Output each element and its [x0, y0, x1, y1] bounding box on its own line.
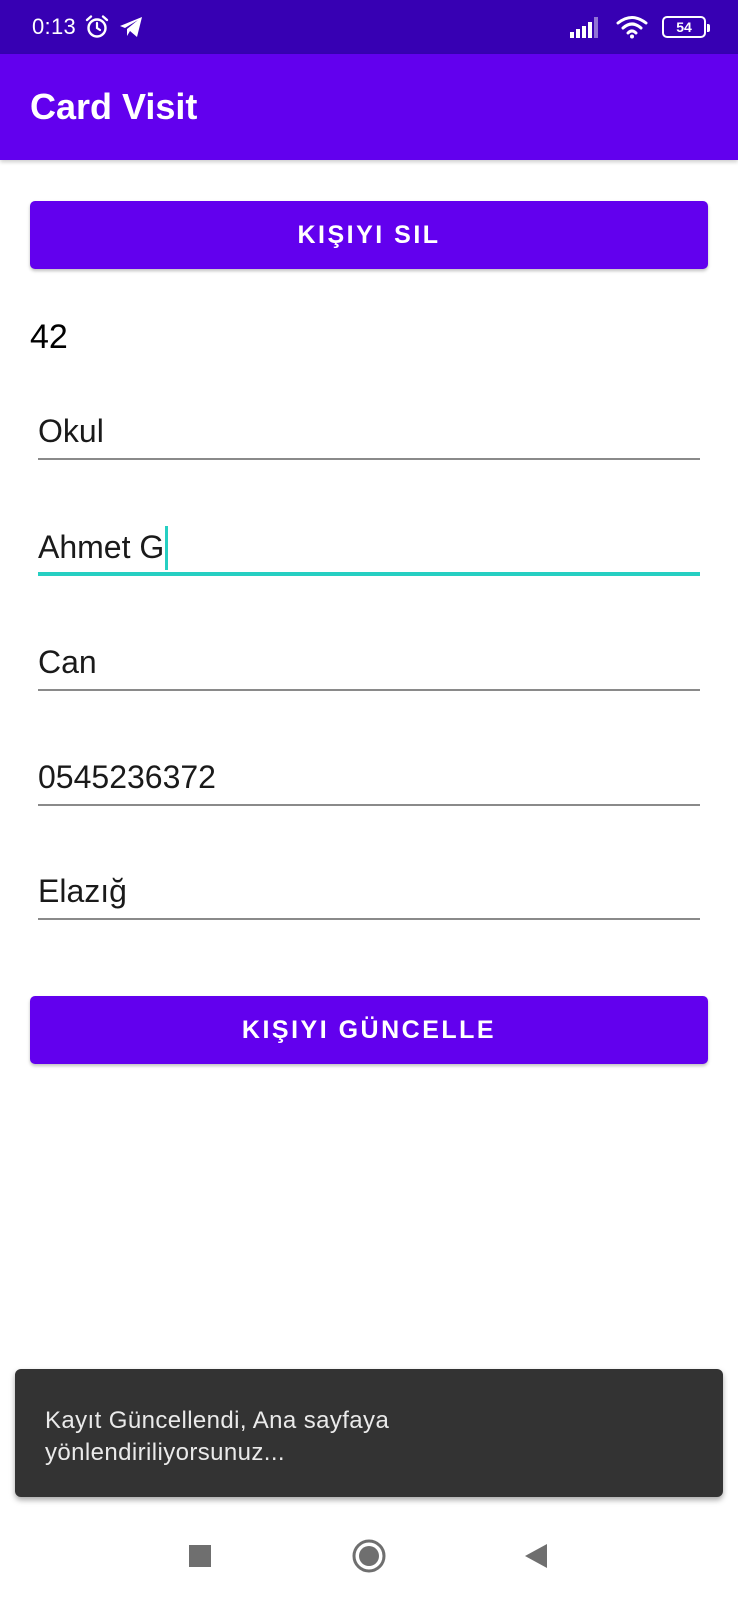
wifi-icon — [616, 15, 648, 39]
recents-icon[interactable] — [180, 1536, 220, 1576]
app-bar: Card Visit — [0, 54, 738, 160]
battery-level: 54 — [676, 19, 692, 35]
status-right: 54 — [570, 15, 710, 39]
city-field-value: Elazığ — [38, 873, 127, 909]
delete-contact-button[interactable]: Kişiyi Sil — [30, 201, 708, 269]
alarm-icon — [84, 14, 110, 40]
company-field[interactable]: Okul — [38, 400, 700, 460]
back-icon[interactable] — [516, 1536, 556, 1576]
snackbar-message-line-2: yönlendiriliyorsunuz... — [45, 1439, 285, 1466]
text-cursor — [165, 526, 169, 570]
navigation-bar — [0, 1512, 738, 1600]
battery-icon: 54 — [662, 16, 710, 38]
city-field[interactable]: Elazığ — [38, 860, 700, 920]
status-left: 0:13 — [32, 14, 144, 40]
first-name-field[interactable]: Ahmet G — [38, 516, 700, 576]
phone-field[interactable]: 0545236372 — [38, 746, 700, 806]
company-field-value: Okul — [38, 413, 104, 449]
snackbar-message-line-1: Kayıt Güncellendi, Ana sayfaya — [45, 1407, 390, 1434]
snackbar: Kayıt Güncellendi, Ana sayfaya yönlendir… — [15, 1369, 723, 1497]
status-time: 0:13 — [32, 14, 77, 39]
update-contact-button[interactable]: Kişiyi Güncelle — [30, 996, 708, 1064]
app-title: Card Visit — [30, 86, 198, 127]
last-name-field-value: Can — [38, 644, 97, 680]
signal-icon — [570, 16, 602, 38]
status-bar: 0:13 54 — [0, 0, 738, 54]
last-name-field[interactable]: Can — [38, 631, 700, 691]
contact-id: 42 — [30, 318, 68, 356]
telegram-icon — [118, 15, 144, 39]
home-icon[interactable] — [349, 1536, 389, 1576]
first-name-field-value: Ahmet G — [38, 529, 165, 565]
phone-field-value: 0545236372 — [38, 759, 216, 795]
